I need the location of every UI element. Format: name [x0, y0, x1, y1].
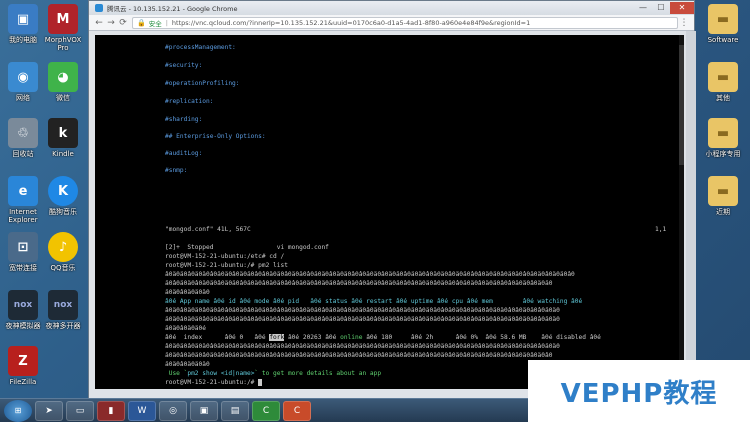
row-status: online	[340, 334, 363, 341]
nox-emulator-icon: nox	[8, 290, 38, 320]
taskbar-terminal-icon[interactable]: ▭	[66, 400, 94, 421]
reload-icon[interactable]: ⟳	[117, 18, 129, 28]
taskbar-camtasia-icon[interactable]: C	[252, 400, 280, 421]
desktop-icon-qqmusic[interactable]: ♪ QQ音乐	[40, 232, 86, 272]
taskbar-vnc-icon[interactable]: ▣	[190, 400, 218, 421]
config-line: #replication:	[165, 98, 214, 105]
prompt-text: root@VM-152-21-ubuntu:/#	[165, 379, 259, 386]
terminal-scrollbar[interactable]	[679, 35, 684, 389]
garbled-border: ä0â0ä0ä0â0ä0ä0â0ä0ä0â0ä0ä0â0ä0ä0â0â0ä0ä0…	[165, 280, 553, 287]
desktop-icon-mini-program[interactable]: ▬ 小程序专用	[700, 118, 746, 158]
desktop-icon-recent[interactable]: ▬ 近期	[700, 176, 746, 216]
close-button[interactable]: ✕	[670, 2, 694, 14]
window-controls: — ☐ ✕	[634, 2, 694, 14]
back-icon[interactable]: ←	[93, 18, 105, 28]
command-line: root@VM-152-21-ubuntu:/etc# cd /	[165, 253, 285, 260]
desktop-icon-wechat[interactable]: ◕ 微信	[40, 62, 86, 102]
window-title: 腾讯云 - 10.135.152.21 - Google Chrome	[107, 5, 238, 13]
pm2-table-row: â0é index â0é 0 â0é fork â0é 20263 â0é o…	[165, 333, 601, 342]
config-line: ## Enterprise-Only Options:	[165, 133, 266, 140]
garbled-border: ä0ä0â0ä0ä0ä0	[165, 289, 210, 296]
taskbar-morphvox-icon[interactable]: ▮	[97, 400, 125, 421]
vnc-viewport: #processManagement: #security: #operatio…	[89, 31, 696, 399]
hint-pre: Use `	[165, 370, 188, 377]
scrollbar-thumb[interactable]	[679, 45, 684, 165]
folder-icon: ▬	[708, 4, 738, 34]
folder-icon: ▬	[708, 176, 738, 206]
garbled-border: â0ä0ä0â0ä0ä0â0ä0ä0â0ä0ä0â0â0ä0ä0â0ä0ä0â0…	[165, 271, 575, 278]
desktop-icon-filezilla[interactable]: Z FileZilla	[0, 346, 46, 386]
file-position: 1,1	[655, 226, 667, 233]
folder-icon: ▬	[708, 62, 738, 92]
taskbar-camtasia2-icon[interactable]: C	[283, 400, 311, 421]
garbled-border: ä0ä0â0ä0ä0ä0	[165, 361, 210, 368]
address-bar: ← → ⟳ 🔒 安全 | https://vnc.qcloud.com/?inn…	[89, 15, 694, 31]
hint-line: Use `pm2 show <id|name>` to get more det…	[165, 369, 381, 378]
network-icon: ◉	[8, 62, 38, 92]
row-prefix: â0é index â0é 0 â0é	[165, 334, 270, 341]
kindle-icon: k	[48, 118, 78, 148]
desktop: ▣ 我的电脑 M MorphVOX Pro ◉ 网络 ◕ 微信 ♲ 回收站 k …	[0, 0, 750, 399]
shell-prompt: root@VM-152-21-ubuntu:/#	[165, 378, 262, 387]
taskbar-explorer-icon[interactable]: ▤	[221, 400, 249, 421]
desktop-icon-other[interactable]: ▬ 其他	[700, 62, 746, 102]
config-line: #snmp:	[165, 167, 188, 174]
row-rest: â0é 180 â0é 2h â0é 0% â0é 58.6 MB â0é di…	[362, 334, 601, 341]
nox-multi-icon: nox	[48, 290, 78, 320]
internet-explorer-icon: e	[8, 176, 38, 206]
folder-icon: ▬	[708, 118, 738, 148]
tencent-cloud-icon	[95, 4, 103, 12]
garbled-border: â0ä0ä0â0ä0ä0â0ä0ä0â0ä0ä0â0ä0â0ä0ä0â0ä0ä0…	[165, 343, 560, 350]
kugou-music-icon: K	[48, 176, 78, 206]
vnc-sidebar	[686, 31, 696, 399]
terminal-console[interactable]: #processManagement: #security: #operatio…	[95, 35, 684, 389]
file-status: "mongod.conf" 41L, 567C	[165, 226, 251, 233]
browser-titlebar: 腾讯云 - 10.135.152.21 - Google Chrome — ☐ …	[89, 1, 694, 15]
desktop-icon-software[interactable]: ▬ Software	[700, 4, 746, 44]
hint-command: pm2 show <id|name>	[187, 370, 255, 377]
broadband-icon: ⊡	[8, 232, 38, 262]
computer-icon: ▣	[8, 4, 38, 34]
config-line: #operationProfiling:	[165, 80, 240, 87]
garbled-border: ä0ä0â0ä0ä0â0ä0ä0â0ä0ä0â0ä0ä0â0â0ä0ä0â0ä0…	[165, 352, 553, 359]
taskbar-telegram-icon[interactable]: ➤	[35, 400, 63, 421]
forward-icon[interactable]: →	[105, 18, 117, 28]
url-input[interactable]: 🔒 安全 | https://vnc.qcloud.com/?innerIp=1…	[132, 16, 678, 29]
desktop-icon-kindle[interactable]: k Kindle	[40, 118, 86, 158]
config-line: #auditLog:	[165, 150, 203, 157]
row-mode: fork	[269, 334, 285, 341]
garbled-border: ä0ä0â0ä0ä0â0ä0ä0â0ä0ä0â0â0ä0ä0â0ä0ä0â0ä0…	[165, 316, 560, 323]
recycle-bin-icon: ♲	[8, 118, 38, 148]
hint-post: ` to get more details about an app	[254, 370, 382, 377]
pm2-table-header: â0é App name â0é id â0é mode â0é pid â0é…	[165, 298, 583, 305]
wechat-icon: ◕	[48, 62, 78, 92]
menu-icon[interactable]: ⋮	[678, 18, 690, 28]
morphvox-icon: M	[48, 4, 78, 34]
url-text: https://vnc.qcloud.com/?innerIp=10.135.1…	[171, 18, 531, 27]
config-line: #processManagement:	[165, 44, 236, 51]
desktop-icon-nox-multi[interactable]: nox 夜神多开器	[40, 290, 86, 330]
config-line: #security:	[165, 62, 203, 69]
taskbar-chrome-icon[interactable]: ◎	[159, 400, 187, 421]
job-line: [2]+ Stopped vi mongod.conf	[165, 244, 329, 251]
garbled-border: â0ä0â0ä0ä0â0ä0ä0â0ä0ä0â0ä0ä0â0â0ä0ä0â0ä0…	[165, 307, 560, 314]
url-separator: |	[165, 18, 168, 27]
browser-window: 腾讯云 - 10.135.152.21 - Google Chrome — ☐ …	[88, 0, 696, 399]
minimize-button[interactable]: —	[634, 2, 652, 14]
desktop-icon-morphvox[interactable]: M MorphVOX Pro	[40, 4, 86, 52]
text-cursor	[258, 379, 262, 386]
filezilla-icon: Z	[8, 346, 38, 376]
watermark-logo: VEPHP教程	[528, 360, 750, 422]
taskbar-word-icon[interactable]: W	[128, 400, 156, 421]
secure-label: 安全	[148, 19, 162, 28]
row-pid: â0é 20263 â0é	[284, 334, 341, 341]
desktop-icon-kugou[interactable]: K 酷狗音乐	[40, 176, 86, 216]
config-line: #sharding:	[165, 116, 203, 123]
garbled-border: ä0ä0â0ä0ä0é	[165, 325, 206, 332]
qq-music-icon: ♪	[48, 232, 78, 262]
start-button[interactable]: ⊞	[4, 399, 32, 422]
lock-icon: 🔒	[137, 18, 146, 27]
command-line: root@VM-152-21-ubuntu:/# pm2 list	[165, 262, 288, 269]
maximize-button[interactable]: ☐	[652, 2, 670, 14]
